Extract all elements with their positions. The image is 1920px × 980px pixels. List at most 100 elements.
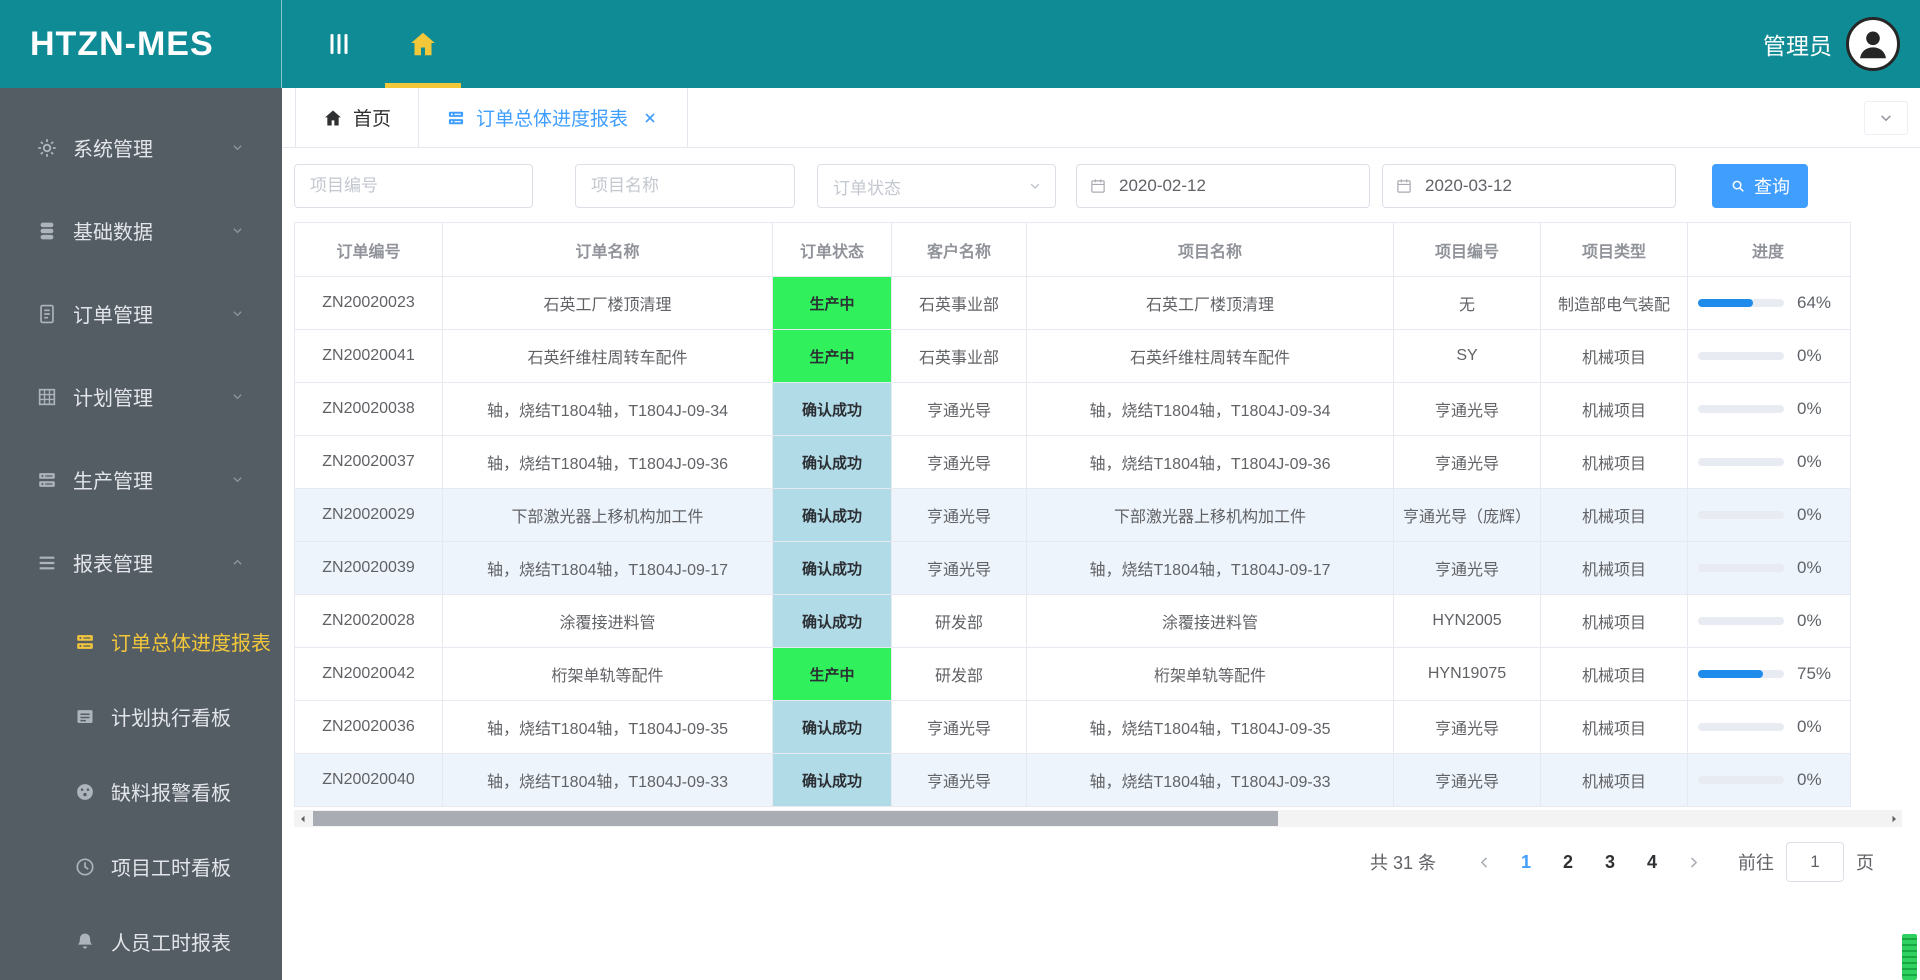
cell-project_name: 桁架单轨等配件 [1027,648,1394,700]
tab-home[interactable]: 首页 [295,88,420,147]
cell-project_type: 机械项目 [1541,648,1688,700]
sidebar-collapse-button[interactable] [324,29,354,59]
progress-label: 0% [1797,399,1822,418]
search-button[interactable]: 查询 [1712,164,1808,208]
page-number-4[interactable]: 4 [1637,852,1667,873]
bell-icon [77,933,93,949]
cell-project_no: SY [1394,330,1541,382]
table-row[interactable]: ZN20020023 石英工厂楼顶清理 生产中 石英事业部 石英工厂楼顶清理无制造部电气… [295,277,1850,330]
sidebar-item-order-progress-report[interactable]: 订单总体进度报表 [0,604,282,679]
progress-label: 0% [1797,505,1822,524]
next-page-button[interactable] [1685,854,1702,871]
pagination: 共 31 条 1234 前往 页 [282,842,1874,882]
orders-table: 订单编号 订单名称 订单状态 客户名称 项目名称 项目编号 项目类型 进度 ZN20020023… [294,222,1851,807]
collapse-bars-icon [330,34,348,54]
page-number-3[interactable]: 3 [1595,852,1625,873]
table-row[interactable]: ZN20020040 轴，烧结T1804轴，T1804J-09-33 确认成功 亨通光… [295,754,1850,806]
table-row[interactable]: ZN20020029 下部激光器上移机构加工件 确认成功 亨通光导 下部激光器上移机构加… [295,489,1850,542]
cell-project_no: HYN19075 [1394,648,1541,700]
cell-order_name: 轴，烧结T1804轴，T1804J-09-35 [443,701,773,753]
table-row[interactable]: ZN20020041 石英纤维柱周转车配件 生产中 石英事业部 石英纤维柱周转车配件 SY… [295,330,1850,383]
sidebar-submenu-report: 订单总体进度报表 计划执行看板缺料报警看板项目工时看板 人员工时报表 [0,604,282,979]
cell-status: 确认成功 [773,701,892,753]
cell-project_no: 亨通光导（庞辉） [1394,489,1541,541]
table-row[interactable]: ZN20020038 轴，烧结T1804轴，T1804J-09-34 确认成功 亨通光… [295,383,1850,436]
corner-widget [1902,934,1917,980]
horizontal-scrollbar[interactable] [294,810,1902,827]
home-button[interactable] [385,0,461,88]
cell-customer: 亨通光导 [892,701,1027,753]
sidebar-item-label: 缺料报警看板 [111,783,231,805]
progress-bar [1698,723,1784,731]
page-number-2[interactable]: 2 [1553,852,1583,873]
table-row[interactable]: ZN20020039 轴，烧结T1804轴，T1804J-09-17 确认成功 亨通光… [295,542,1850,595]
cell-order_no: ZN20020038 [295,383,443,435]
cell-order_name: 轴，烧结T1804轴，T1804J-09-34 [443,383,773,435]
pagination-total: 共 31 条 [1369,853,1436,873]
tab-close-button[interactable] [640,108,660,128]
page-number-1[interactable]: 1 [1511,852,1541,873]
top-header: HTZN-MES 管理员 [0,0,1920,88]
caret-right-icon [1892,815,1896,822]
cell-progress: 0% [1688,701,1848,753]
sidebar-item-order[interactable]: 订单管理 [0,272,282,355]
cell-project_no: 亨通光导 [1394,383,1541,435]
goto-page-input[interactable] [1786,842,1844,882]
cell-progress: 75% [1688,648,1848,700]
cell-project_type: 机械项目 [1541,754,1688,806]
avatar[interactable] [1846,17,1900,71]
body-row: 系统管理 基础数据 订单管理 计划管理 生产管理 报表管理 订单总体进度报表 计划执行看板 缺料… [0,88,1920,980]
progress-bar [1698,617,1784,625]
close-icon [645,112,655,123]
project-name-input[interactable] [575,164,795,208]
table-row[interactable]: ZN20020042 桁架单轨等配件 生产中 研发部 桁架单轨等配件 HYN19075 机械… [295,648,1850,701]
project-no-input[interactable] [294,164,533,208]
sidebar-item-plan[interactable]: 计划管理 [0,355,282,438]
cell-progress: 0% [1688,330,1848,382]
gauge-icon [77,783,93,800]
server-icon [39,472,55,487]
tab-order-progress-report[interactable]: 订单总体进度报表 [419,88,689,147]
table-row[interactable]: ZN20020028 涂覆接进料管 确认成功 研发部 涂覆接进料管 HYN2005 机械项目… [295,595,1850,648]
cell-order_name: 轴，烧结T1804轴，T1804J-09-17 [443,542,773,594]
progress-label: 0% [1797,558,1822,577]
progress-bar [1698,776,1784,784]
sidebar-item-shortage-alarm-board[interactable]: 缺料报警看板 [0,754,282,829]
table-row[interactable]: ZN20020036 轴，烧结T1804轴，T1804J-09-35 确认成功 亨通光… [295,701,1850,754]
sidebar-item-system[interactable]: 系统管理 [0,106,282,189]
user-avatar-icon [1860,31,1886,59]
cell-status: 确认成功 [773,595,892,647]
cell-order_no: ZN20020029 [295,489,443,541]
cell-project_no: 亨通光导 [1394,542,1541,594]
sidebar-item-base-data[interactable]: 基础数据 [0,189,282,272]
order-status-select[interactable]: 订单状态 [817,164,1056,208]
scroll-left-button[interactable] [294,810,311,827]
sidebar-item-production[interactable]: 生产管理 [0,438,282,521]
status-badge: 确认成功 [773,754,891,806]
cell-order_no: ZN20020039 [295,542,443,594]
chevron-down-icon [233,477,242,483]
scrollbar-thumb[interactable] [313,811,1278,826]
sidebar-item-report[interactable]: 报表管理 [0,521,282,604]
cell-status: 生产中 [773,330,892,382]
cell-order_no: ZN20020036 [295,701,443,753]
cell-project_name: 轴，烧结T1804轴，T1804J-09-33 [1027,754,1394,806]
tab-bar: 首页 订单总体进度报表 [282,88,1920,148]
cell-customer: 亨通光导 [892,754,1027,806]
cell-order_no: ZN20020023 [295,277,443,329]
cell-customer: 亨通光导 [892,489,1027,541]
cell-status: 确认成功 [773,542,892,594]
date-from-input[interactable] [1076,164,1370,208]
table-row[interactable]: ZN20020037 轴，烧结T1804轴，T1804J-09-36 确认成功 亨通光… [295,436,1850,489]
order-status-placeholder: 订单状态 [833,178,901,198]
tab-dropdown-button[interactable] [1864,101,1908,135]
tab-label: 订单总体进度报表 [476,109,629,130]
prev-page-button[interactable] [1476,854,1493,871]
date-to-input[interactable] [1382,164,1676,208]
sidebar-item-project-hours-board[interactable]: 项目工时看板 [0,829,282,904]
home-icon [411,32,435,56]
sidebar-item-person-hours-report[interactable]: 人员工时报表 [0,904,282,979]
scroll-right-button[interactable] [1885,810,1902,827]
sidebar-item-plan-exec-board[interactable]: 计划执行看板 [0,679,282,754]
column-header-order_no: 订单编号 [295,223,443,276]
